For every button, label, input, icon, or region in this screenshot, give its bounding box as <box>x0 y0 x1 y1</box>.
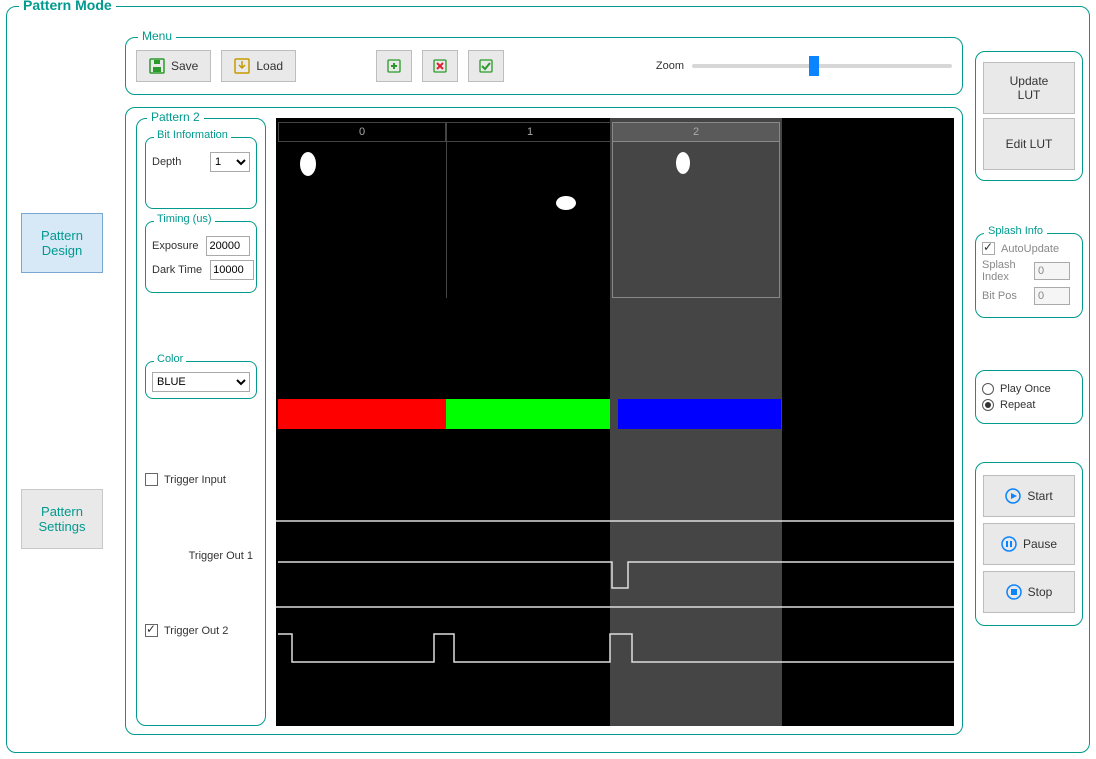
nav-pattern-design-label: Pattern Design <box>41 228 83 258</box>
menu-title: Menu <box>138 29 176 43</box>
zoom-slider-thumb[interactable] <box>809 56 819 76</box>
load-icon <box>234 58 250 74</box>
trigger-input-checkbox[interactable]: Trigger Input <box>145 473 257 486</box>
stop-icon <box>1006 584 1022 600</box>
zoom-label: Zoom <box>656 60 684 72</box>
trigger-out1-label: Trigger Out 1 <box>189 550 253 562</box>
color-box: Color BLUE <box>145 361 257 399</box>
bit-information-box: Bit Information Depth 1 <box>145 137 257 209</box>
stop-button[interactable]: Stop <box>983 571 1075 613</box>
color-band-blue <box>618 399 781 429</box>
color-select[interactable]: BLUE <box>152 372 250 392</box>
bitpos-input <box>1034 287 1070 305</box>
dark-time-input[interactable] <box>210 260 254 280</box>
autoupdate-checkbox[interactable]: AutoUpdate <box>982 242 1076 255</box>
pattern-thumb-2[interactable] <box>676 152 690 174</box>
bitpos-label: Bit Pos <box>982 290 1030 302</box>
play-mode-box: Play Once Repeat <box>975 370 1083 424</box>
splash-index-input <box>1034 262 1070 280</box>
trigger-out1-wave <box>276 538 954 608</box>
pattern-mode-frame: Pattern Mode Pattern Design Pattern Sett… <box>6 6 1090 753</box>
repeat-radio-dot <box>982 399 994 411</box>
start-button[interactable]: Start <box>983 475 1075 517</box>
transport-box: Start Pause Stop <box>975 462 1083 626</box>
autoupdate-checkbox-box <box>982 242 995 255</box>
divider-line-1 <box>276 520 954 522</box>
depth-label: Depth <box>152 156 181 168</box>
pattern-panel: Pattern 2 Bit Information Depth 1 Timing… <box>125 107 963 735</box>
repeat-radio[interactable]: Repeat <box>982 399 1076 411</box>
frame-title: Pattern Mode <box>19 0 116 13</box>
autoupdate-label: AutoUpdate <box>1001 243 1059 255</box>
lut-box: Update LUT Edit LUT <box>975 51 1083 181</box>
column-header-1[interactable]: 1 <box>446 122 614 142</box>
depth-select[interactable]: 1 <box>210 152 250 172</box>
timing-title: Timing (us) <box>154 213 215 225</box>
nav-pattern-settings[interactable]: Pattern Settings <box>21 489 103 549</box>
play-icon <box>1005 488 1021 504</box>
column-separator <box>446 122 447 298</box>
edit-lut-button[interactable]: Edit LUT <box>983 118 1075 170</box>
pattern-thumb-0[interactable] <box>300 152 316 176</box>
trigger-out2-wave <box>276 618 954 678</box>
splash-info-box: Splash Info AutoUpdate Splash Index Bit … <box>975 233 1083 318</box>
dark-time-label: Dark Time <box>152 264 202 276</box>
exposure-label: Exposure <box>152 240 198 252</box>
save-label: Save <box>171 59 198 73</box>
load-button[interactable]: Load <box>221 50 296 82</box>
color-band-green <box>446 399 610 429</box>
color-band-red <box>278 399 446 429</box>
update-lut-button[interactable]: Update LUT <box>983 62 1075 114</box>
check-icon <box>478 58 494 74</box>
pause-icon <box>1001 536 1017 552</box>
add-button[interactable] <box>376 50 412 82</box>
trigger-input-checkbox-box <box>145 473 158 486</box>
selected-column-frame <box>612 122 780 298</box>
repeat-label: Repeat <box>1000 399 1035 411</box>
confirm-button[interactable] <box>468 50 504 82</box>
pattern-thumb-1[interactable] <box>556 196 576 210</box>
trigger-out2-label: Trigger Out 2 <box>164 625 228 637</box>
column-header-0[interactable]: 0 <box>278 122 446 142</box>
play-once-radio-dot <box>982 383 994 395</box>
remove-icon <box>432 58 448 74</box>
trigger-out2-checkbox-box <box>145 624 158 637</box>
left-nav: Pattern Design Pattern Settings <box>21 213 103 549</box>
nav-pattern-design[interactable]: Pattern Design <box>21 213 103 273</box>
zoom-slider[interactable] <box>692 64 952 68</box>
pattern-sidebar-title: Pattern 2 <box>147 110 204 124</box>
play-once-label: Play Once <box>1000 383 1051 395</box>
load-label: Load <box>256 59 283 73</box>
right-column: Update LUT Edit LUT Splash Info AutoUpda… <box>975 43 1083 634</box>
timing-box: Timing (us) Exposure Dark Time <box>145 221 257 293</box>
exposure-input[interactable] <box>206 236 250 256</box>
trigger-out2-checkbox[interactable]: Trigger Out 2 <box>145 624 257 637</box>
menu-box: Menu Save Load Zoom <box>125 37 963 95</box>
trigger-input-label: Trigger Input <box>164 474 226 486</box>
play-once-radio[interactable]: Play Once <box>982 383 1076 395</box>
splash-info-title: Splash Info <box>984 225 1047 237</box>
remove-button[interactable] <box>422 50 458 82</box>
nav-pattern-settings-label: Pattern Settings <box>39 504 86 534</box>
pattern-canvas[interactable]: 0 1 2 <box>276 118 954 726</box>
bit-information-title: Bit Information <box>154 129 231 141</box>
save-icon <box>149 58 165 74</box>
splash-index-label: Splash Index <box>982 259 1030 283</box>
color-title: Color <box>154 353 186 365</box>
pause-button[interactable]: Pause <box>983 523 1075 565</box>
pattern-sidebar: Pattern 2 Bit Information Depth 1 Timing… <box>136 118 266 726</box>
save-button[interactable]: Save <box>136 50 211 82</box>
add-icon <box>386 58 402 74</box>
